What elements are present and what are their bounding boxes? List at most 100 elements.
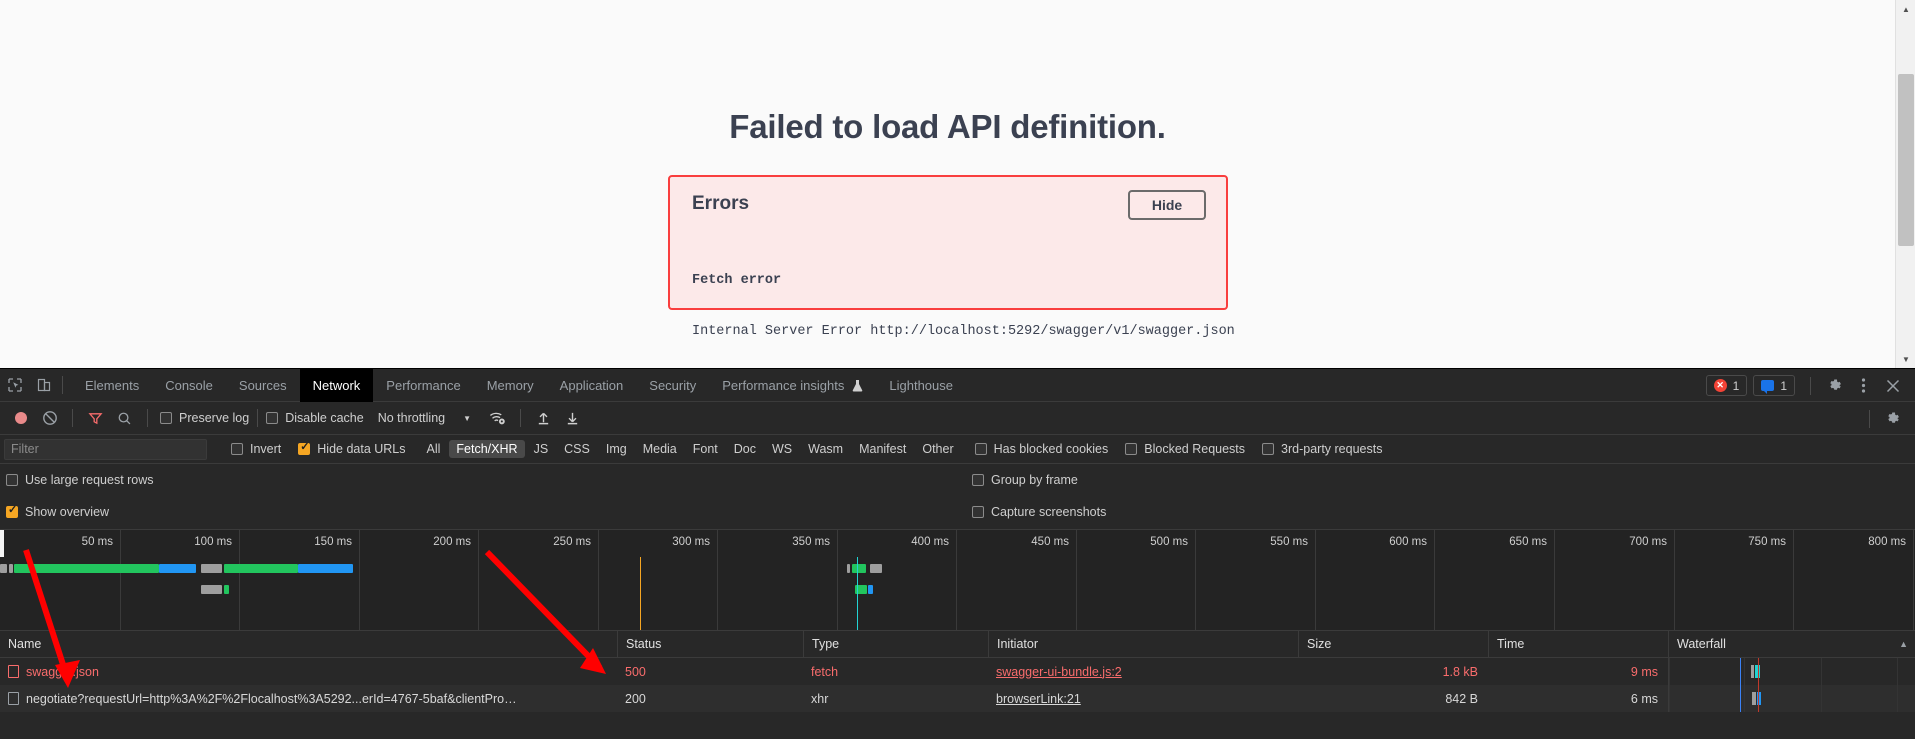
search-icon[interactable] xyxy=(110,404,139,433)
inspect-element-icon[interactable] xyxy=(0,371,29,400)
timeline-gridline xyxy=(478,530,479,630)
timeline-gridline xyxy=(1195,530,1196,630)
preserve-log-checkbox[interactable]: Preserve log xyxy=(160,411,249,425)
filter-type-fetch-xhr[interactable]: Fetch/XHR xyxy=(449,440,525,458)
disable-cache-checkbox[interactable]: Disable cache xyxy=(266,411,364,425)
filter-input[interactable] xyxy=(4,438,207,460)
blocked-requests-checkbox[interactable]: Blocked Requests xyxy=(1125,442,1245,456)
overview-bar xyxy=(9,564,13,573)
has-blocked-cookies-checkbox[interactable]: Has blocked cookies xyxy=(974,442,1108,456)
disable-cache-label: Disable cache xyxy=(285,411,364,425)
filter-type-ws[interactable]: WS xyxy=(765,440,799,458)
filter-type-wasm[interactable]: Wasm xyxy=(801,440,850,458)
close-icon[interactable] xyxy=(1878,371,1907,400)
filter-type-doc[interactable]: Doc xyxy=(727,440,763,458)
import-har-icon[interactable] xyxy=(529,404,558,433)
throttling-dropdown[interactable]: No throttling ▼ xyxy=(378,411,471,425)
timeline-gridline xyxy=(1434,530,1435,630)
network-settings-gear-icon[interactable] xyxy=(1878,404,1907,433)
tab-performance-insights[interactable]: Performance insights xyxy=(709,369,876,402)
column-header-name[interactable]: Name xyxy=(0,631,617,657)
message-bubble-icon xyxy=(1761,380,1775,394)
resource-type-filters: All Fetch/XHR JS CSS Img Media Font Doc … xyxy=(420,440,961,458)
timeline-tick-label: 250 ms xyxy=(553,536,591,548)
timeline-tick-label: 350 ms xyxy=(792,536,830,548)
hide-data-urls-checkbox[interactable]: Hide data URLs xyxy=(298,441,406,456)
hide-button[interactable]: Hide xyxy=(1128,190,1206,220)
tab-lighthouse[interactable]: Lighthouse xyxy=(876,369,966,402)
filter-funnel-icon[interactable] xyxy=(81,404,110,433)
filter-type-js[interactable]: JS xyxy=(527,440,556,458)
filter-type-css[interactable]: CSS xyxy=(557,440,597,458)
initiator-link[interactable]: swagger-ui-bundle.js:2 xyxy=(996,665,1122,679)
tab-sources[interactable]: Sources xyxy=(226,369,300,402)
table-row[interactable]: swagger.json 500 fetch swagger-ui-bundle… xyxy=(0,658,1915,685)
gear-icon[interactable] xyxy=(1820,371,1849,400)
overview-bar xyxy=(0,564,7,573)
use-large-request-rows-checkbox[interactable]: Use large request rows xyxy=(6,473,154,487)
tab-security[interactable]: Security xyxy=(636,369,709,402)
timeline-tick-label: 750 ms xyxy=(1748,536,1786,548)
filter-type-img[interactable]: Img xyxy=(599,440,634,458)
network-conditions-icon[interactable] xyxy=(483,404,512,433)
filter-type-manifest[interactable]: Manifest xyxy=(852,440,913,458)
show-overview-checkbox[interactable]: Show overview xyxy=(6,504,109,519)
column-header-type[interactable]: Type xyxy=(803,631,988,657)
scroll-up-arrow-icon[interactable]: ▲ xyxy=(1896,0,1915,18)
timeline-gridline xyxy=(598,530,599,630)
cell-name[interactable]: swagger.json xyxy=(0,658,617,685)
overview-window-handle[interactable] xyxy=(0,530,4,557)
toolbar-divider xyxy=(1810,376,1811,395)
tab-application[interactable]: Application xyxy=(547,369,637,402)
message-count-chip[interactable]: 1 xyxy=(1753,375,1795,396)
timeline-gridline xyxy=(239,530,240,630)
tab-label: Network xyxy=(312,377,361,393)
column-header-initiator[interactable]: Initiator xyxy=(988,631,1298,657)
errors-heading: Errors xyxy=(692,193,750,214)
tab-network[interactable]: Network xyxy=(299,368,374,402)
tab-elements[interactable]: Elements xyxy=(72,369,152,402)
timeline-tick-label: 450 ms xyxy=(1031,536,1069,548)
column-header-status[interactable]: Status xyxy=(617,631,803,657)
network-overview-timeline[interactable]: 50 ms 100 ms 150 ms 200 ms 250 ms 300 ms 350 m… xyxy=(0,530,1915,631)
column-header-time[interactable]: Time xyxy=(1488,631,1668,657)
error-count-chip[interactable]: ✕ 1 xyxy=(1705,375,1748,396)
record-button-icon[interactable] xyxy=(6,404,35,433)
status-value: 500 xyxy=(625,664,646,679)
table-row[interactable]: negotiate?requestUrl=http%3A%2F%2Flocalh… xyxy=(0,685,1915,712)
export-har-icon[interactable] xyxy=(558,404,587,433)
timeline-gridline xyxy=(1554,530,1555,630)
time-value: 9 ms xyxy=(1630,664,1658,679)
cell-initiator: swagger-ui-bundle.js:2 xyxy=(988,658,1298,685)
filter-type-all[interactable]: All xyxy=(420,440,448,458)
device-toolbar-icon[interactable] xyxy=(29,371,58,400)
invert-checkbox[interactable]: Invert xyxy=(231,442,281,456)
capture-screenshots-checkbox[interactable]: Capture screenshots xyxy=(972,505,1106,519)
cell-name[interactable]: negotiate?requestUrl=http%3A%2F%2Flocalh… xyxy=(0,685,617,712)
timeline-tick-label: 550 ms xyxy=(1270,536,1308,548)
requests-table: Name Status Type Initiator Size Time Wat… xyxy=(0,631,1915,739)
kebab-menu-icon[interactable] xyxy=(1849,371,1878,400)
group-by-frame-checkbox[interactable]: Group by frame xyxy=(972,473,1078,487)
tab-memory[interactable]: Memory xyxy=(474,369,547,402)
group-by-frame-label: Group by frame xyxy=(991,473,1078,487)
column-header-size[interactable]: Size xyxy=(1298,631,1488,657)
scrollbar-thumb[interactable] xyxy=(1898,74,1914,246)
third-party-requests-checkbox[interactable]: 3rd-party requests xyxy=(1262,442,1382,456)
initiator-link[interactable]: browserLink:21 xyxy=(996,692,1081,706)
viewport-scrollbar[interactable]: ▲ ▼ xyxy=(1895,0,1915,368)
timeline-gridline xyxy=(359,530,360,630)
filter-type-media[interactable]: Media xyxy=(636,440,684,458)
waterfall-load-line xyxy=(1758,658,1759,685)
clear-network-log-icon[interactable] xyxy=(35,404,64,433)
overview-bar xyxy=(870,564,882,573)
timeline-gridline xyxy=(1315,530,1316,630)
checkbox-box xyxy=(6,474,18,486)
filter-type-font[interactable]: Font xyxy=(686,440,725,458)
column-label: Time xyxy=(1497,637,1525,651)
column-header-waterfall[interactable]: Waterfall ▲ xyxy=(1668,631,1915,657)
scroll-down-arrow-icon[interactable]: ▼ xyxy=(1896,350,1915,368)
tab-performance[interactable]: Performance xyxy=(373,369,473,402)
tab-console[interactable]: Console xyxy=(152,369,226,402)
filter-type-other[interactable]: Other xyxy=(915,440,960,458)
